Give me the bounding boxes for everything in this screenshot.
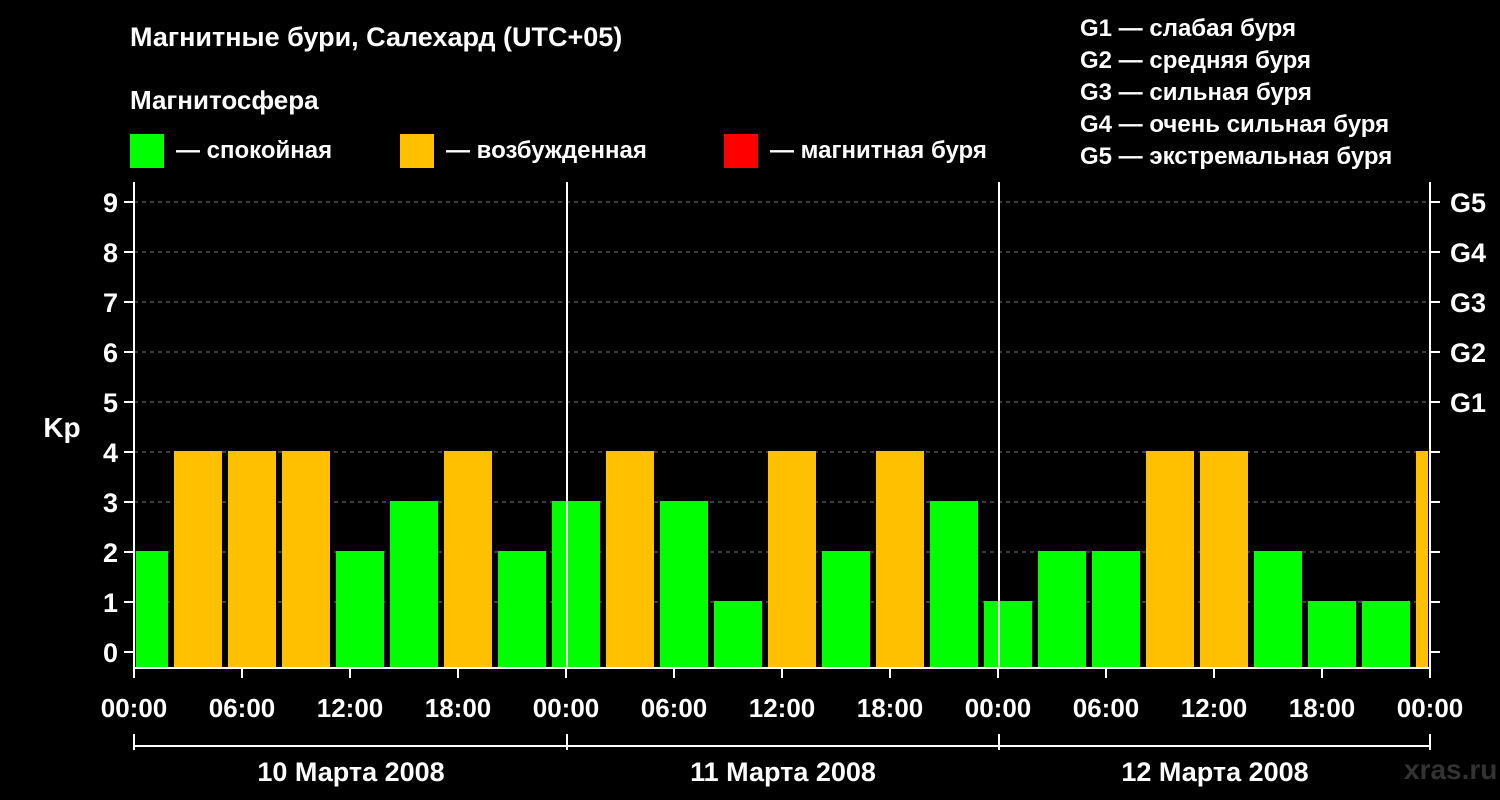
g-tick-label: G1 bbox=[1450, 388, 1486, 418]
kp-bar bbox=[930, 501, 978, 668]
kp-bar-chart: 0 1 2 3 4 5 6 7 8 9 G1 G2 G3 G4 G5 00:00 06:00 12:00 18:00… bbox=[43, 182, 1486, 787]
kp-bar bbox=[714, 601, 762, 668]
kp-bar bbox=[498, 551, 546, 668]
kp-bar bbox=[768, 451, 816, 668]
kp-bar bbox=[1416, 451, 1428, 668]
kp-bar bbox=[606, 451, 654, 668]
kp-bar bbox=[876, 451, 924, 668]
y-tick-label: 6 bbox=[103, 338, 118, 368]
g-tick-label: G2 bbox=[1450, 338, 1486, 368]
kp-bar bbox=[282, 451, 330, 668]
g-tick-label: G3 bbox=[1450, 288, 1486, 318]
x-tick-label: 00:00 bbox=[1397, 693, 1464, 723]
kp-bar bbox=[552, 501, 600, 668]
x-tick-label: 12:00 bbox=[1181, 693, 1248, 723]
y-tick-label: 8 bbox=[103, 238, 118, 268]
x-tick-label: 18:00 bbox=[425, 693, 492, 723]
kp-bar bbox=[1038, 551, 1086, 668]
x-tick-label: 00:00 bbox=[965, 693, 1032, 723]
x-tick-label: 00:00 bbox=[533, 693, 600, 723]
x-tick-label: 06:00 bbox=[1073, 693, 1140, 723]
kp-bar bbox=[1146, 451, 1194, 668]
kp-bar bbox=[1200, 451, 1248, 668]
kp-bar bbox=[174, 451, 222, 668]
kp-bar bbox=[336, 551, 384, 668]
kp-bar bbox=[822, 551, 870, 668]
kp-bar bbox=[228, 451, 276, 668]
y-tick-label: 1 bbox=[103, 588, 118, 618]
day-label: 10 Марта 2008 bbox=[257, 757, 444, 787]
y-axis-label: Kp bbox=[43, 412, 80, 443]
y-tick-label: 7 bbox=[103, 288, 118, 318]
x-tick-label: 06:00 bbox=[641, 693, 708, 723]
day-label: 12 Марта 2008 bbox=[1121, 757, 1308, 787]
kp-bar bbox=[390, 501, 438, 668]
x-tick-label: 12:00 bbox=[317, 693, 384, 723]
x-tick-label: 06:00 bbox=[209, 693, 276, 723]
g-tick-label: G5 bbox=[1450, 188, 1486, 218]
g-tick-label: G4 bbox=[1450, 238, 1486, 268]
kp-bar bbox=[1092, 551, 1140, 668]
kp-bar bbox=[444, 451, 492, 668]
x-tick-label: 00:00 bbox=[101, 693, 168, 723]
watermark: xras.ru bbox=[1404, 754, 1498, 785]
kp-bar bbox=[984, 601, 1032, 668]
y-tick-label: 9 bbox=[103, 188, 118, 218]
y-tick-label: 3 bbox=[103, 488, 118, 518]
kp-bar bbox=[1254, 551, 1302, 668]
y-tick-label: 0 bbox=[103, 638, 118, 668]
y-tick-label: 2 bbox=[103, 538, 118, 568]
y-tick-label: 5 bbox=[103, 388, 118, 418]
kp-bar bbox=[1362, 601, 1410, 668]
kp-bar bbox=[1308, 601, 1356, 668]
x-tick-label: 18:00 bbox=[1289, 693, 1356, 723]
kp-bar bbox=[136, 551, 168, 668]
day-label: 11 Марта 2008 bbox=[690, 757, 876, 787]
kp-bar bbox=[660, 501, 708, 668]
y-tick-label: 4 bbox=[103, 438, 118, 468]
x-tick-label: 12:00 bbox=[749, 693, 816, 723]
x-tick-label: 18:00 bbox=[857, 693, 924, 723]
